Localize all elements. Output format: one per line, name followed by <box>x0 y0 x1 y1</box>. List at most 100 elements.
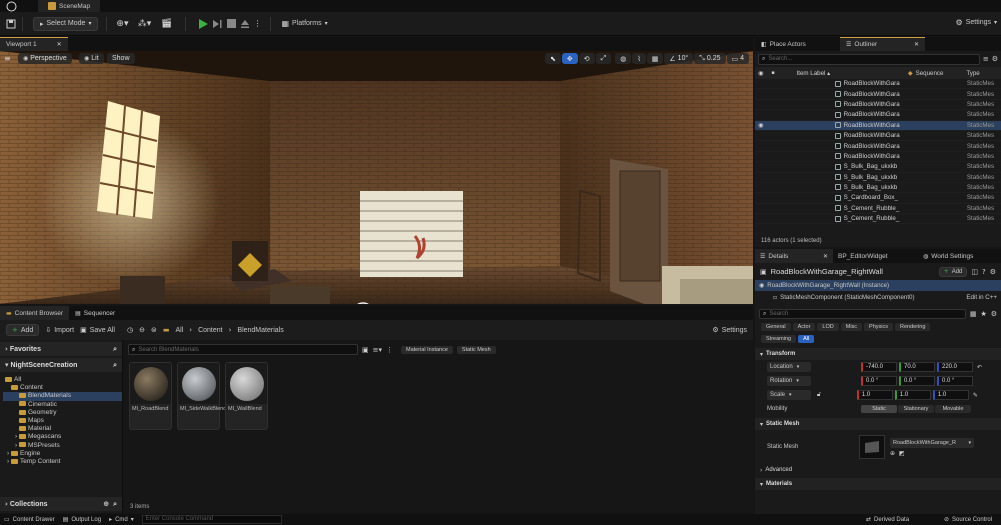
column-item-label[interactable]: Item Label ▴ <box>795 70 908 77</box>
surface-snap-icon[interactable]: ⌇ <box>632 53 646 64</box>
outliner-row[interactable]: S_Bulk_Bag_ukxkb StaticMes <box>755 183 1001 194</box>
perspective-button[interactable]: ◉ Perspective <box>18 53 72 64</box>
asset-tile[interactable]: MI_SideWalkBlend <box>177 362 226 430</box>
asset-search-input[interactable]: ⌕ Search BlendMaterials <box>128 344 358 355</box>
outliner-row[interactable]: RoadBlockWithGara StaticMes <box>755 110 1001 121</box>
tree-item[interactable]: › Megascans <box>3 433 122 441</box>
content-settings-button[interactable]: ⚙ Settings <box>712 326 747 334</box>
breadcrumb-content[interactable]: Content <box>198 327 223 334</box>
reset-icon[interactable]: ↶ <box>977 364 982 371</box>
breadcrumb-blendmaterials[interactable]: BlendMaterials <box>237 327 283 334</box>
source-control-button[interactable]: ⊘ Source Control <box>944 516 992 523</box>
lock-icon[interactable]: ▪ <box>771 70 774 76</box>
close-icon[interactable]: ✕ <box>823 253 828 260</box>
filter-icon[interactable]: ≡▾ <box>373 346 382 354</box>
tree-item[interactable]: › Temp Content <box>3 458 122 466</box>
add-collection-icon[interactable]: ⊕ <box>103 500 109 508</box>
tree-item[interactable]: All <box>3 376 122 384</box>
outliner-row[interactable]: RoadBlockWithGara StaticMes <box>755 79 1001 90</box>
visibility-icon[interactable]: ◉ <box>758 70 763 77</box>
static-mesh-picker[interactable]: RoadBlockWithGarage_R ▾ <box>890 437 974 448</box>
show-button[interactable]: Show <box>107 53 135 64</box>
grid-icon[interactable]: ▦ <box>970 310 977 318</box>
visibility-icon[interactable]: ◉ <box>755 122 763 129</box>
location-x-field[interactable]: -740.0 <box>861 362 897 372</box>
add-content-icon[interactable]: ⊕▾ <box>111 19 133 29</box>
select-mode-dropdown[interactable]: ▸ Select Mode ▾ <box>33 16 99 31</box>
camera-speed-button[interactable]: ▭ 4 <box>726 53 750 64</box>
outliner-row[interactable]: RoadBlockWithGara StaticMes <box>755 89 1001 100</box>
static-mesh-section-header[interactable]: ▾ Static Mesh <box>755 418 1001 430</box>
transform-section-header[interactable]: ▾ Transform <box>755 348 1001 360</box>
location-z-field[interactable]: 220.0 <box>937 362 973 372</box>
rotation-y-field[interactable]: 0.0 ° <box>899 376 935 386</box>
materials-section-header[interactable]: ▾ Materials <box>755 478 1001 490</box>
tree-item[interactable]: Cinematic <box>3 401 122 409</box>
save-search-icon[interactable]: ▣ <box>362 346 369 354</box>
settings-dropdown[interactable]: ⚙ Settings ▾ <box>956 18 997 27</box>
step-icon[interactable] <box>210 19 224 29</box>
close-icon[interactable]: ✕ <box>57 41 62 48</box>
tree-item[interactable]: Maps <box>3 417 122 425</box>
mobility-stationary[interactable]: Stationary <box>898 405 934 413</box>
tree-item[interactable]: BlendMaterials <box>3 392 122 401</box>
outliner-row[interactable]: RoadBlockWithGara StaticMes <box>755 152 1001 163</box>
outliner-row[interactable]: S_Bulk_Bag_ukxkb StaticMes <box>755 173 1001 183</box>
browse-icon[interactable]: ⊕ <box>890 450 895 457</box>
eject-icon[interactable] <box>238 19 252 29</box>
details-search-input[interactable]: ⌕ Search <box>759 309 966 319</box>
content-drawer-button[interactable]: ▭ Content Drawer <box>4 516 55 523</box>
select-tool-icon[interactable]: ⬉ <box>545 53 561 64</box>
rotation-z-field[interactable]: 0.0 ° <box>937 376 973 386</box>
gear-icon[interactable]: ⚙ <box>992 55 998 63</box>
advanced-section-header[interactable]: › Advanced <box>755 464 1001 476</box>
filter-icon[interactable]: ≡ <box>983 55 989 63</box>
column-sequence[interactable]: ◆ Sequence <box>908 70 945 77</box>
rotation-dropdown[interactable]: Rotation ▾ <box>767 376 811 386</box>
stop-icon[interactable] <box>224 19 238 28</box>
outliner-row[interactable]: S_Cement_Rubble_ StaticMes <box>755 204 1001 215</box>
tree-item[interactable]: › Engine <box>3 450 122 458</box>
filter-physics[interactable]: Physics <box>864 323 893 331</box>
close-icon[interactable]: ✕ <box>914 41 919 48</box>
tab-outliner[interactable]: ☰ Outliner ✕ <box>840 37 925 51</box>
scale-tool-icon[interactable]: ⤢ <box>595 53 612 64</box>
search-icon[interactable]: ⌕ <box>113 345 117 354</box>
filter-streaming[interactable]: Streaming <box>761 335 797 343</box>
viewport-menu-icon[interactable]: ≡ <box>4 54 11 63</box>
outliner-row[interactable]: S_Bulk_Bag_ukxkb StaticMes <box>755 162 1001 173</box>
favorites-header[interactable]: › Favorites ⌕ <box>0 342 122 356</box>
edit-in-cpp-link[interactable]: Edit in C++ <box>966 294 997 301</box>
add-button[interactable]: + Add <box>6 324 40 336</box>
outliner-row[interactable]: RoadBlockWithGara StaticMes <box>755 100 1001 111</box>
static-mesh-thumbnail[interactable] <box>859 435 885 459</box>
tree-item[interactable]: › MSPresets <box>3 442 122 450</box>
mobility-movable[interactable]: Movable <box>935 405 971 413</box>
outliner-search-input[interactable]: ⌕ Search... <box>758 53 980 65</box>
scale-z-field[interactable]: 1.0 <box>932 390 969 400</box>
derived-data-button[interactable]: ⇄ Derived Data <box>866 516 909 523</box>
filter-all[interactable]: All <box>798 335 815 343</box>
tab-place-actors[interactable]: ◧ Place Actors <box>755 37 840 51</box>
play-icon[interactable] <box>196 18 210 29</box>
component-row[interactable]: ▫ StaticMeshComponent (StaticMeshCompone… <box>755 291 1001 303</box>
location-y-field[interactable]: 70.0 <box>899 362 935 372</box>
project-header[interactable]: ▾ NightSceneCreation ⌕ <box>0 358 122 372</box>
mobility-static[interactable]: Static <box>861 405 897 413</box>
filter-misc[interactable]: Misc <box>840 323 863 331</box>
scale-x-field[interactable]: 1.0 <box>856 390 893 400</box>
outliner-row[interactable]: RoadBlockWithGara StaticMes <box>755 141 1001 152</box>
more-options-icon[interactable]: ⋮ <box>252 19 262 28</box>
collections-header[interactable]: › Collections ⊕ ⌕ <box>0 497 122 511</box>
output-log-button[interactable]: ▤ Output Log <box>63 516 101 523</box>
tree-item[interactable]: Content <box>3 384 122 392</box>
favorite-icon[interactable]: ★ <box>980 310 986 318</box>
history-icon[interactable]: ◷ <box>127 326 133 334</box>
import-button[interactable]: ⇩ Import <box>45 326 74 334</box>
viewport-tab[interactable]: Viewport 1 ✕ <box>0 37 68 51</box>
world-local-icon[interactable]: ◍ <box>615 53 632 64</box>
grid-snap-icon[interactable]: ▦ <box>646 53 664 64</box>
map-tab[interactable]: SceneMap <box>38 0 101 12</box>
rotation-x-field[interactable]: 0.0 ° <box>861 376 897 386</box>
tab-sequencer[interactable]: ▤ Sequencer <box>69 306 121 320</box>
